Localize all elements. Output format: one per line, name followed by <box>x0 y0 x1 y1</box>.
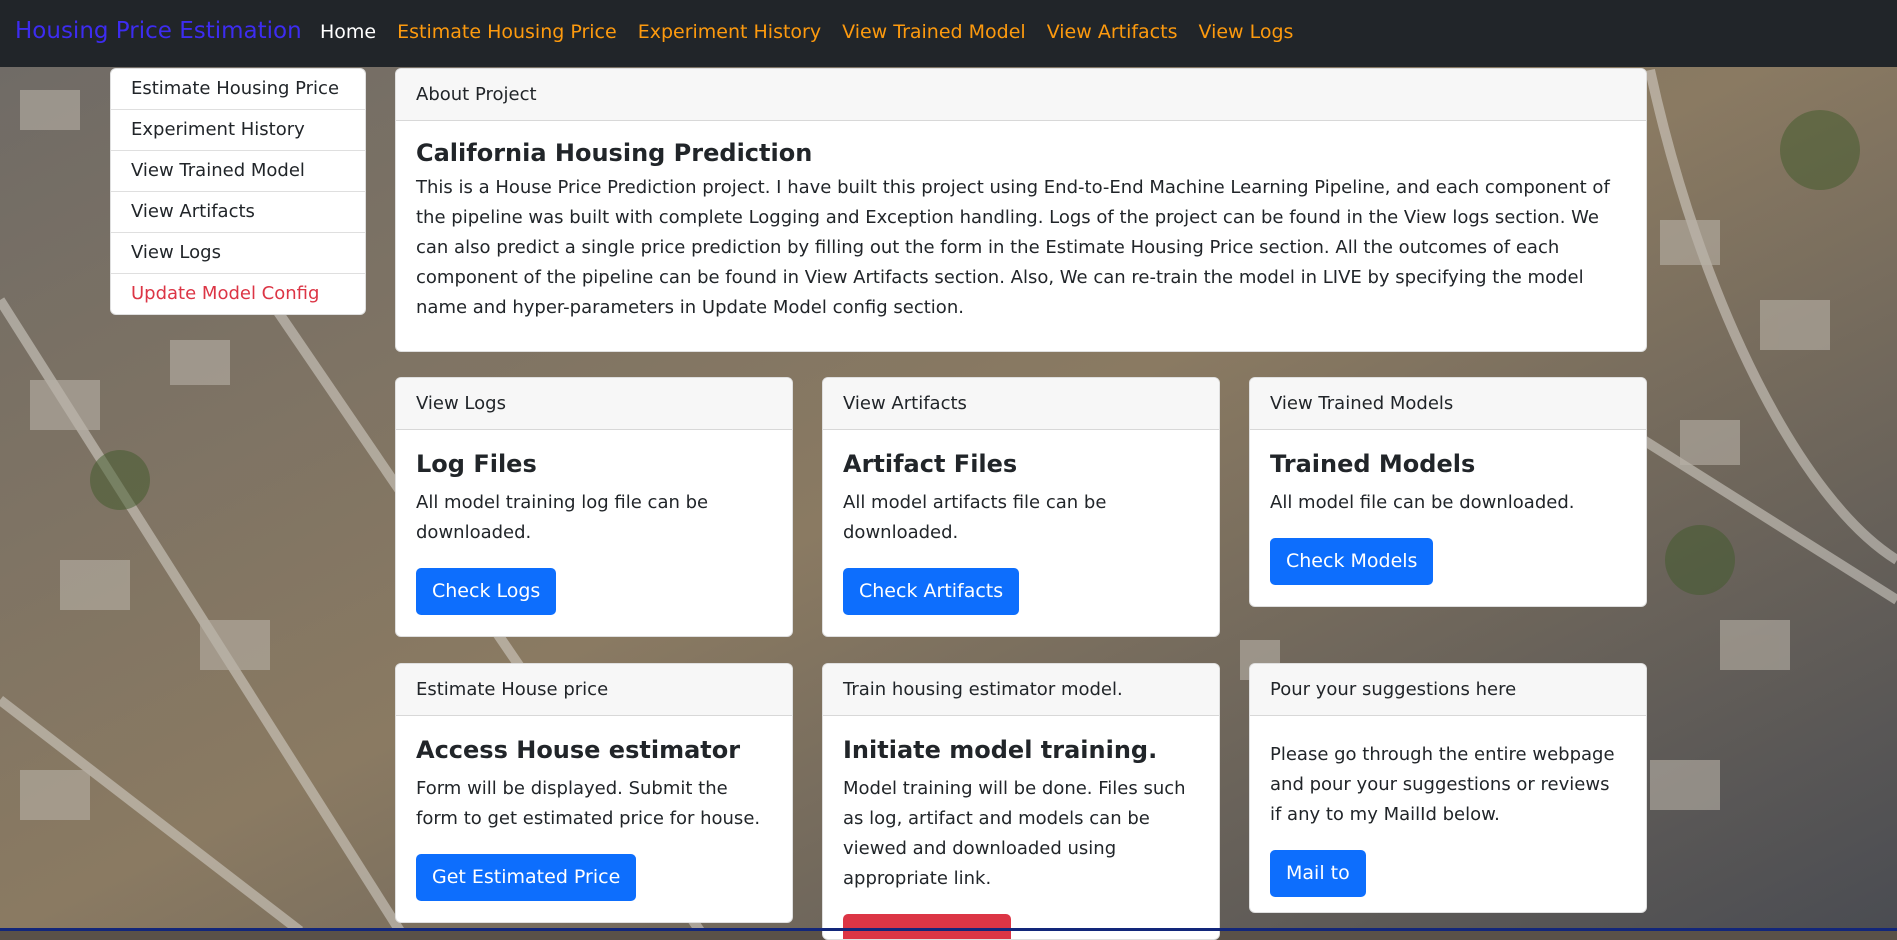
initiate-model-training-title: Initiate model training. <box>843 736 1158 764</box>
mail-to-button[interactable]: Mail to <box>1270 850 1366 897</box>
sidebar-item-update-model-config[interactable]: Update Model Config <box>111 274 365 314</box>
check-models-button[interactable]: Check Models <box>1270 538 1434 585</box>
sidebar-menu: Estimate Housing Price Experiment Histor… <box>110 68 366 315</box>
nav-link-view-trained-model[interactable]: View Trained Model <box>842 21 1026 43</box>
view-logs-header: View Logs <box>396 378 792 430</box>
sidebar-item-view-trained-model[interactable]: View Trained Model <box>111 151 365 192</box>
nav-link-view-logs[interactable]: View Logs <box>1198 21 1293 43</box>
log-files-text: All model training log file can be downl… <box>416 492 709 543</box>
train-model-header: Train housing estimator model. <box>823 664 1219 716</box>
suggestions-header: Pour your suggestions here <box>1250 664 1646 716</box>
artifact-files-title: Artifact Files <box>843 450 1018 478</box>
artifact-files-text: All model artifacts file can be download… <box>843 492 1107 543</box>
view-trained-models-card: View Trained Models Trained Models All m… <box>1249 377 1647 607</box>
brand-link[interactable]: Housing Price Estimation <box>15 18 302 44</box>
about-project-title: California Housing Prediction <box>416 139 813 167</box>
access-house-estimator-text: Form will be displayed. Submit the form … <box>416 778 761 829</box>
train-model-card: Train housing estimator model. Initiate … <box>822 663 1220 940</box>
get-estimated-price-button[interactable]: Get Estimated Price <box>416 854 637 901</box>
view-artifacts-card: View Artifacts Artifact Files All model … <box>822 377 1220 637</box>
about-project-card: About Project California Housing Predict… <box>395 68 1647 352</box>
trained-models-text: All model file can be downloaded. <box>1270 492 1575 513</box>
view-logs-card: View Logs Log Files All model training l… <box>395 377 793 637</box>
nav-link-estimate-housing-price[interactable]: Estimate Housing Price <box>397 21 617 43</box>
nav-link-home[interactable]: Home <box>320 21 376 43</box>
view-artifacts-header: View Artifacts <box>823 378 1219 430</box>
log-files-title: Log Files <box>416 450 537 478</box>
sidebar-item-view-logs[interactable]: View Logs <box>111 233 365 274</box>
train-model-button[interactable] <box>843 914 1011 939</box>
nav-links: Home Estimate Housing Price Experiment H… <box>320 21 1314 43</box>
about-project-text: This is a House Price Prediction project… <box>416 177 1610 318</box>
access-house-estimator-title: Access House estimator <box>416 736 741 764</box>
check-logs-button[interactable]: Check Logs <box>416 568 557 615</box>
estimate-house-price-header: Estimate House price <box>396 664 792 716</box>
about-project-header: About Project <box>396 69 1646 121</box>
top-navbar: Housing Price Estimation Home Estimate H… <box>0 0 1897 67</box>
check-artifacts-button[interactable]: Check Artifacts <box>843 568 1020 615</box>
suggestions-text: Please go through the entire webpage and… <box>1270 744 1615 825</box>
trained-models-title: Trained Models <box>1270 450 1476 478</box>
nav-link-view-artifacts[interactable]: View Artifacts <box>1047 21 1178 43</box>
sidebar-item-estimate-housing-price[interactable]: Estimate Housing Price <box>111 69 365 110</box>
initiate-model-training-text: Model training will be done. Files such … <box>843 778 1186 889</box>
sidebar-item-view-artifacts[interactable]: View Artifacts <box>111 192 365 233</box>
view-trained-models-header: View Trained Models <box>1250 378 1646 430</box>
sidebar-item-experiment-history[interactable]: Experiment History <box>111 110 365 151</box>
suggestions-card: Pour your suggestions here Please go thr… <box>1249 663 1647 913</box>
estimate-house-price-card: Estimate House price Access House estima… <box>395 663 793 923</box>
nav-link-experiment-history[interactable]: Experiment History <box>638 21 821 43</box>
